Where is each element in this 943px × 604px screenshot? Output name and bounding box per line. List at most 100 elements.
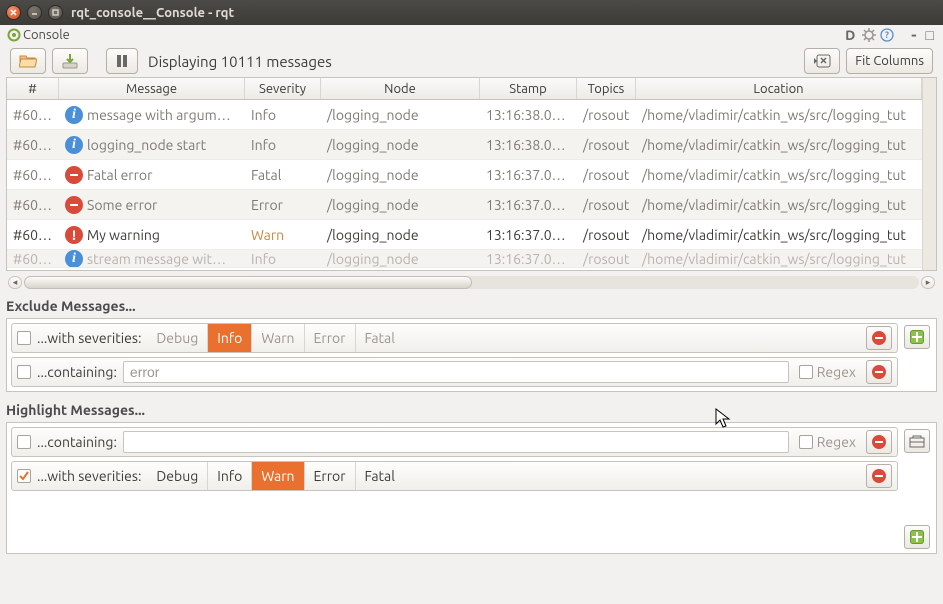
info-icon <box>65 106 83 124</box>
window-title: rqt_console__Console - rqt <box>71 6 234 20</box>
window-close-button[interactable] <box>6 5 21 20</box>
cell-location: /home/vladimir/catkin_ws/src/logging_tut <box>636 137 922 153</box>
dock-toggle-button[interactable]: D <box>842 28 858 43</box>
messages-table: # Message Severity Node Stamp Topics Loc… <box>6 77 937 271</box>
table-row[interactable]: #6084 Some error Error /logging_node 13:… <box>7 190 922 220</box>
severity-toggle-error[interactable]: Error <box>304 324 355 352</box>
cell-stamp: 13:16:38.05… <box>480 107 577 123</box>
cell-stamp: 13:16:38.05… <box>480 137 577 153</box>
highlight-containing-label: ...containing: <box>37 434 117 450</box>
cell-node: /logging_node <box>321 227 480 243</box>
cell-stamp: 13:16:37.05… <box>480 197 577 213</box>
exclude-severity-label: ...with severities: <box>37 330 141 346</box>
highlight-filters: ...containing: Regex ...with severities:… <box>6 422 937 554</box>
highlight-containing-remove-button[interactable] <box>866 430 892 454</box>
exclude-regex-checkbox[interactable] <box>799 365 813 379</box>
cell-topics: /rosout <box>577 167 636 183</box>
scroll-right-button[interactable]: ▸ <box>921 276 935 289</box>
table-body[interactable]: #6087 message with argum… Info /logging_… <box>7 100 922 270</box>
scroll-left-button[interactable]: ◂ <box>8 276 22 289</box>
highlight-containing-checkbox[interactable] <box>17 435 31 449</box>
severity-toggle-fatal[interactable]: Fatal <box>355 462 404 490</box>
col-id[interactable]: # <box>7 78 59 99</box>
window-maximize-button[interactable] <box>48 5 63 20</box>
exclude-severity-checkbox[interactable] <box>17 331 31 345</box>
scroll-track[interactable] <box>24 276 919 289</box>
cell-topics: /rosout <box>577 137 636 153</box>
pause-button[interactable] <box>106 48 138 74</box>
cell-id: #6086 <box>7 137 59 153</box>
severity-toggle-warn[interactable]: Warn <box>251 324 303 352</box>
highlight-severity-label: ...with severities: <box>37 468 141 484</box>
float-button[interactable]: - <box>908 28 919 43</box>
help-icon[interactable]: ? <box>879 28 894 43</box>
settings-icon[interactable] <box>861 28 876 43</box>
col-location[interactable]: Location <box>636 78 922 99</box>
info-icon <box>65 136 83 154</box>
cell-topics: /rosout <box>577 227 636 243</box>
open-button[interactable] <box>10 48 46 74</box>
minus-icon <box>872 469 886 483</box>
col-stamp[interactable]: Stamp <box>480 78 577 99</box>
cell-node: /logging_node <box>321 137 480 153</box>
highlight-containing-input[interactable] <box>123 431 789 453</box>
svg-text:?: ? <box>885 30 889 40</box>
table-row[interactable]: #6082 stream message wit… Info /logging_… <box>7 250 922 268</box>
cell-location: /home/vladimir/catkin_ws/src/logging_tut <box>636 227 922 243</box>
severity-toggle-warn[interactable]: Warn <box>251 462 303 490</box>
highlight-severity-toggles: DebugInfoWarnErrorFatal <box>147 462 403 490</box>
close-panel-button[interactable]: □ <box>923 28 937 43</box>
filter-settings-icon <box>909 434 925 448</box>
cell-location: /home/vladimir/catkin_ws/src/logging_tut <box>636 107 922 123</box>
table-row[interactable]: #6083 My warning Warn /logging_node 13:1… <box>7 220 922 250</box>
fit-columns-button[interactable]: Fit Columns <box>846 48 933 74</box>
cell-id: #6083 <box>7 227 59 243</box>
col-message[interactable]: Message <box>59 78 245 99</box>
cell-topics: /rosout <box>577 197 636 213</box>
highlight-add-filter-button[interactable] <box>904 525 930 549</box>
cell-id: #6085 <box>7 167 59 183</box>
highlight-severity-remove-button[interactable] <box>866 464 892 488</box>
console-plugin-icon <box>6 28 21 43</box>
table-row[interactable]: #6085 Fatal error Fatal /logging_node 13… <box>7 160 922 190</box>
exclude-severity-remove-button[interactable] <box>866 326 892 350</box>
exclude-containing-input[interactable] <box>123 361 789 383</box>
folder-open-icon <box>19 53 37 69</box>
table-row[interactable]: #6087 message with argum… Info /logging_… <box>7 100 922 130</box>
exclude-section-title: Exclude Messages... <box>0 294 943 318</box>
clear-button[interactable] <box>804 48 840 74</box>
severity-toggle-info[interactable]: Info <box>207 324 251 352</box>
table-vertical-scrollbar[interactable] <box>922 78 936 270</box>
scroll-thumb[interactable] <box>24 276 472 289</box>
cell-message: Fatal error <box>59 166 245 184</box>
plus-icon <box>910 330 924 344</box>
save-button[interactable] <box>52 48 88 74</box>
highlight-severity-checkbox[interactable] <box>17 469 31 483</box>
cell-location: /home/vladimir/catkin_ws/src/logging_tut <box>636 167 922 183</box>
highlight-regex-checkbox[interactable] <box>799 435 813 449</box>
highlight-settings-button[interactable] <box>904 429 930 453</box>
severity-toggle-debug[interactable]: Debug <box>147 462 207 490</box>
minus-icon <box>872 365 886 379</box>
severity-toggle-error[interactable]: Error <box>304 462 355 490</box>
window-minimize-button[interactable] <box>27 5 42 20</box>
clear-icon <box>813 54 831 68</box>
severity-toggle-debug[interactable]: Debug <box>147 324 207 352</box>
col-severity[interactable]: Severity <box>245 78 321 99</box>
table-row[interactable]: #6086 logging_node start Info /logging_n… <box>7 130 922 160</box>
col-topics[interactable]: Topics <box>577 78 636 99</box>
table-horizontal-scrollbar[interactable]: ◂ ▸ <box>6 275 937 290</box>
cell-message: Some error <box>59 196 245 214</box>
exclude-containing-remove-button[interactable] <box>866 360 892 384</box>
cell-id: #6087 <box>7 107 59 123</box>
highlight-containing-row: ...containing: Regex <box>11 427 898 457</box>
exclude-containing-row: ...containing: Regex <box>11 357 898 387</box>
exclude-containing-checkbox[interactable] <box>17 365 31 379</box>
plugin-header: Console D ? - □ <box>0 25 943 45</box>
exclude-add-filter-button[interactable] <box>904 325 930 349</box>
severity-toggle-info[interactable]: Info <box>207 462 251 490</box>
cell-severity: Error <box>245 197 321 213</box>
cell-message: logging_node start <box>59 136 245 154</box>
severity-toggle-fatal[interactable]: Fatal <box>355 324 404 352</box>
col-node[interactable]: Node <box>321 78 480 99</box>
